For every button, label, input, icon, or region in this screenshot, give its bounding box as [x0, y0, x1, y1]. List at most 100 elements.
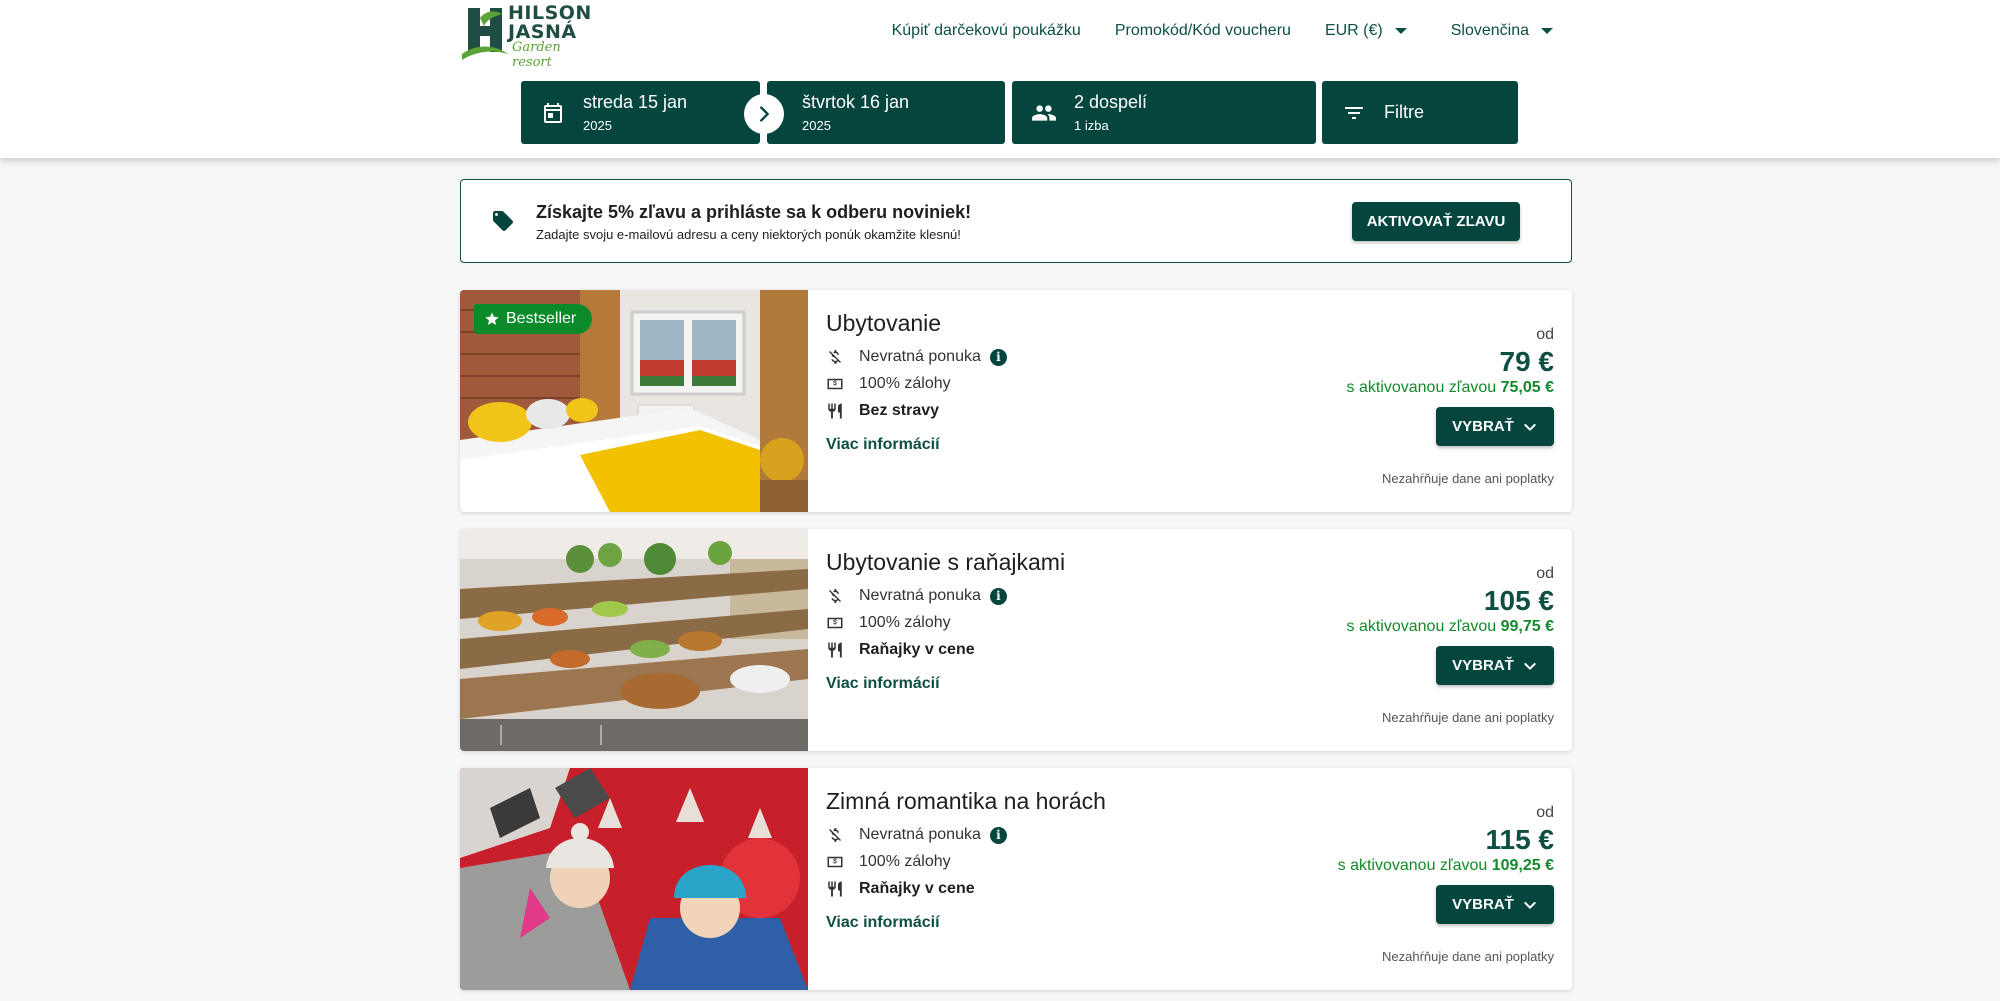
- discount-price-line: s aktivovanou zľavou 75,05 €: [1347, 379, 1554, 397]
- select-offer-button[interactable]: VYBRAŤ: [1436, 407, 1554, 446]
- chevron-down-icon: [1524, 423, 1536, 431]
- refund-label: Nevratná ponuka: [859, 826, 981, 843]
- checkout-date-button[interactable]: štvrtok 16 jan 2025: [767, 81, 1005, 144]
- tag-icon: [493, 211, 513, 231]
- price-from-label: od: [1536, 804, 1554, 821]
- tax-note: Nezahŕňuje dane ani poplatky: [1381, 471, 1554, 486]
- filters-label: Filtre: [1384, 102, 1424, 122]
- board-type: Raňajky v cene: [826, 880, 975, 898]
- info-icon[interactable]: i: [989, 587, 1007, 605]
- logo-emblem-icon: [462, 8, 508, 60]
- guests-button[interactable]: 2 dospelí 1 izba: [1012, 81, 1316, 144]
- language-label: Slovenčina: [1450, 22, 1529, 39]
- offer-price: 105 €: [1483, 585, 1554, 616]
- winter-photo-illustration: [460, 768, 808, 990]
- discount-price-line: s aktivovanou zľavou 99,75 €: [1347, 618, 1554, 636]
- checkout-year: 2025: [802, 118, 831, 133]
- deposit-label: 100% zálohy: [859, 614, 951, 631]
- promo-code-link[interactable]: Promokód/Kód voucheru: [1115, 22, 1291, 40]
- no-refund-icon: [829, 828, 841, 842]
- star-icon: [485, 312, 499, 325]
- deposit-policy: 100% zálohy: [826, 375, 951, 393]
- board-type: Bez stravy: [826, 402, 939, 420]
- board-label: Raňajky v cene: [859, 641, 975, 658]
- tax-note: Nezahŕňuje dane ani poplatky: [1381, 710, 1554, 725]
- deposit-label: 100% zálohy: [859, 375, 951, 392]
- offer-card: Ubytovanie s raňajkami Nevratná ponuka i…: [460, 529, 1572, 751]
- restaurant-icon: [828, 881, 842, 897]
- info-icon[interactable]: i: [989, 348, 1007, 366]
- offer-price: 115 €: [1485, 824, 1554, 855]
- discount-label: s aktivovanou zľavou: [1346, 618, 1497, 635]
- restaurant-icon: [828, 403, 842, 419]
- newsletter-discount-banner: Získajte 5% zľavu a prihláste sa k odber…: [460, 179, 1572, 263]
- promo-subtitle: Zadajte svoju e-mailovú adresu a ceny ni…: [536, 227, 961, 242]
- more-info-link[interactable]: Viac informácií: [826, 436, 940, 454]
- deposit-label: 100% zálohy: [859, 853, 951, 870]
- board-type: Raňajky v cene: [826, 641, 975, 659]
- bestseller-badge: Bestseller: [474, 304, 593, 334]
- offer-price: 79 €: [1499, 346, 1555, 377]
- breakfast-photo-illustration: [460, 529, 808, 751]
- discount-label: s aktivovanou zľavou: [1346, 379, 1497, 396]
- discount-price-line: s aktivovanou zľavou 109,25 €: [1338, 857, 1554, 875]
- select-offer-button[interactable]: VYBRAŤ: [1436, 885, 1554, 924]
- deposit-policy: 100% zálohy: [826, 614, 951, 632]
- more-info-link[interactable]: Viac informácií: [826, 675, 940, 693]
- board-label: Bez stravy: [859, 402, 940, 419]
- no-refund-icon: [829, 350, 841, 364]
- chevron-down-icon: [1524, 901, 1536, 909]
- room-photo[interactable]: Bestseller: [460, 290, 808, 512]
- checkout-day: štvrtok 16 jan: [802, 92, 910, 112]
- select-label: VYBRAŤ: [1452, 657, 1514, 674]
- checkin-day: streda 15 jan: [583, 92, 688, 112]
- info-icon[interactable]: i: [989, 826, 1007, 844]
- header: HILSON JASNÁ Garden resort Kúpiť darčeko…: [0, 0, 2000, 158]
- currency-select[interactable]: EUR (€): [1325, 22, 1407, 40]
- date-arrow: [744, 94, 784, 134]
- activate-discount-button[interactable]: AKTIVOVAŤ ZĽAVU: [1352, 202, 1520, 241]
- offer-title: Zimná romantika na horách: [826, 788, 1106, 814]
- board-label: Raňajky v cene: [859, 880, 975, 897]
- chevron-right-icon: [760, 106, 769, 122]
- refund-label: Nevratná ponuka: [859, 587, 981, 604]
- offer-card: Bestseller Ubytovanie Nevratná ponuka i …: [460, 290, 1572, 512]
- breakfast-photo[interactable]: [460, 529, 808, 751]
- discount-price: 75,05 €: [1500, 379, 1554, 396]
- offer-title: Ubytovanie: [826, 310, 942, 336]
- caret-down-icon: [1394, 27, 1407, 34]
- tax-note: Nezahŕňuje dane ani poplatky: [1381, 949, 1554, 964]
- deposit-policy: 100% zálohy: [826, 853, 951, 871]
- select-offer-button[interactable]: VYBRAŤ: [1436, 646, 1554, 685]
- discount-price: 99,75 €: [1500, 618, 1554, 635]
- offer-card: Zimná romantika na horách Nevratná ponuk…: [460, 768, 1572, 990]
- language-select[interactable]: Slovenčina: [1451, 22, 1553, 40]
- price-from-label: od: [1536, 565, 1554, 582]
- currency-label: EUR (€): [1324, 22, 1383, 39]
- checkin-date-button[interactable]: streda 15 jan 2025: [521, 81, 760, 144]
- filter-icon: [1345, 107, 1363, 119]
- more-info-link[interactable]: Viac informácií: [826, 914, 940, 932]
- money-icon: [827, 617, 843, 629]
- money-icon: [827, 856, 843, 868]
- filters-button[interactable]: Filtre: [1322, 81, 1518, 144]
- no-refund-icon: [829, 589, 841, 603]
- chevron-down-icon: [1524, 662, 1536, 670]
- select-label: VYBRAŤ: [1452, 418, 1514, 435]
- top-navigation: Kúpiť darčekovú poukážku Promokód/Kód vo…: [892, 22, 1553, 40]
- discount-price: 109,25 €: [1491, 857, 1554, 874]
- logo-script: Garden resort: [512, 40, 561, 70]
- money-icon: [827, 378, 843, 390]
- badge-label: Bestseller: [506, 310, 577, 327]
- gift-voucher-link[interactable]: Kúpiť darčekovú poukážku: [892, 22, 1081, 40]
- refund-policy: Nevratná ponuka i: [826, 587, 1007, 605]
- offer-title: Ubytovanie s raňajkami: [826, 549, 1066, 575]
- refund-policy: Nevratná ponuka i: [826, 826, 1007, 844]
- promo-title: Získajte 5% zľavu a prihláste sa k odber…: [536, 202, 972, 222]
- winter-couple-photo[interactable]: [460, 768, 808, 990]
- hilson-jasna-logo[interactable]: HILSON JASNÁ Garden resort: [460, 4, 600, 70]
- guests-count: 2 dospelí: [1074, 92, 1148, 112]
- restaurant-icon: [828, 642, 842, 658]
- rooms-count: 1 izba: [1074, 118, 1109, 133]
- checkin-year: 2025: [583, 118, 612, 133]
